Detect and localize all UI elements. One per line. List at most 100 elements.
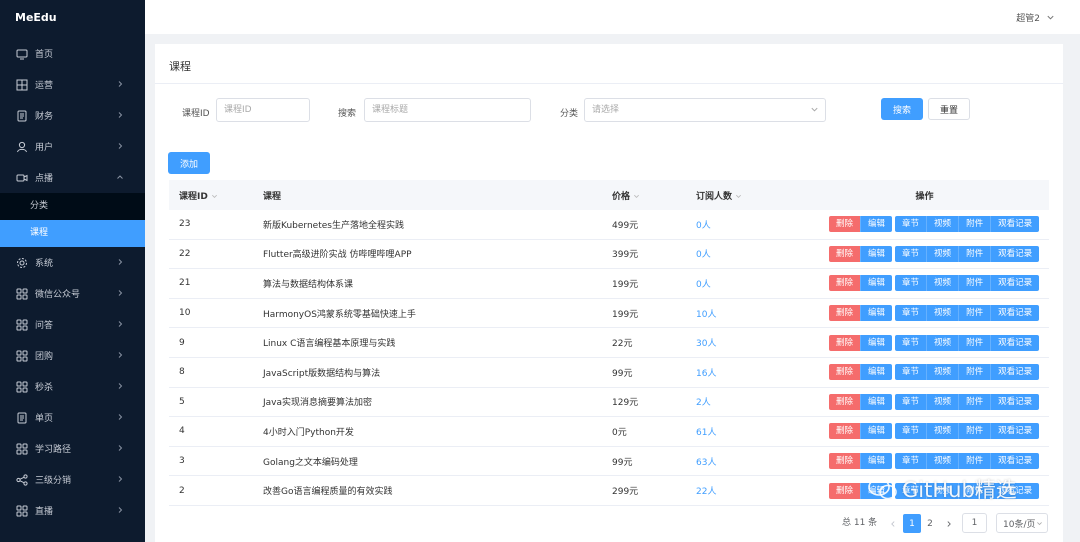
cell-subscribers[interactable]: 16人 bbox=[686, 366, 800, 379]
cell-subscribers[interactable]: 63人 bbox=[686, 455, 800, 468]
chapters-button[interactable]: 章节 bbox=[895, 275, 927, 292]
chapters-button[interactable]: 章节 bbox=[895, 334, 927, 351]
delete-button[interactable]: 删除 bbox=[829, 245, 861, 262]
videos-button[interactable]: 视频 bbox=[926, 245, 959, 262]
cell-subscribers[interactable]: 2人 bbox=[686, 395, 800, 408]
edit-button[interactable]: 编辑 bbox=[860, 216, 893, 233]
category-select[interactable]: 请选择 bbox=[584, 98, 826, 122]
sidebar-subitem[interactable]: 课程 bbox=[0, 220, 145, 247]
watch-records-button[interactable]: 观看记录 bbox=[990, 364, 1040, 381]
chapters-button[interactable]: 章节 bbox=[895, 423, 927, 440]
edit-button[interactable]: 编辑 bbox=[860, 305, 893, 322]
sidebar-item[interactable]: 用户 bbox=[0, 131, 145, 162]
attachments-button[interactable]: 附件 bbox=[958, 216, 991, 233]
attachments-button[interactable]: 附件 bbox=[958, 453, 991, 470]
add-button[interactable]: 添加 bbox=[168, 152, 210, 174]
chapters-button[interactable]: 章节 bbox=[895, 453, 927, 470]
sidebar-item[interactable]: 单页 bbox=[0, 402, 145, 433]
delete-button[interactable]: 删除 bbox=[829, 393, 861, 410]
sidebar-subitem[interactable]: 分类 bbox=[0, 193, 145, 220]
subscribers-link[interactable]: 10人 bbox=[696, 310, 716, 320]
edit-button[interactable]: 编辑 bbox=[860, 334, 893, 351]
delete-button[interactable]: 删除 bbox=[829, 334, 861, 351]
edit-button[interactable]: 编辑 bbox=[860, 393, 893, 410]
sidebar-item[interactable]: 三级分销 bbox=[0, 464, 145, 495]
videos-button[interactable]: 视频 bbox=[926, 334, 959, 351]
subscribers-link[interactable]: 30人 bbox=[696, 339, 716, 349]
next-page-button[interactable] bbox=[940, 514, 958, 533]
videos-button[interactable]: 视频 bbox=[926, 453, 959, 470]
videos-button[interactable]: 视频 bbox=[926, 216, 959, 233]
subscribers-link[interactable]: 22人 bbox=[696, 487, 716, 497]
watch-records-button[interactable]: 观看记录 bbox=[990, 393, 1040, 410]
watch-records-button[interactable]: 观看记录 bbox=[990, 305, 1040, 322]
edit-button[interactable]: 编辑 bbox=[860, 245, 893, 262]
subscribers-link[interactable]: 63人 bbox=[696, 458, 716, 468]
attachments-button[interactable]: 附件 bbox=[958, 305, 991, 322]
edit-button[interactable]: 编辑 bbox=[860, 423, 893, 440]
cell-subscribers[interactable]: 61人 bbox=[686, 425, 800, 438]
videos-button[interactable]: 视频 bbox=[926, 305, 959, 322]
sidebar-item[interactable]: 学习路径 bbox=[0, 433, 145, 464]
search-button[interactable]: 搜索 bbox=[881, 98, 923, 120]
sidebar-item[interactable]: 财务 bbox=[0, 100, 145, 131]
chapters-button[interactable]: 章节 bbox=[895, 216, 927, 233]
sidebar-item[interactable]: 系统 bbox=[0, 247, 145, 278]
page-jumper-input[interactable]: 1 bbox=[962, 513, 987, 533]
prev-page-button[interactable] bbox=[884, 514, 902, 533]
delete-button[interactable]: 删除 bbox=[829, 364, 861, 381]
subscribers-link[interactable]: 0人 bbox=[696, 250, 711, 260]
sidebar-item[interactable]: 问答 bbox=[0, 309, 145, 340]
sidebar-item[interactable]: 直播 bbox=[0, 495, 145, 526]
cell-subscribers[interactable]: 0人 bbox=[686, 218, 800, 231]
attachments-button[interactable]: 附件 bbox=[958, 393, 991, 410]
subscribers-link[interactable]: 16人 bbox=[696, 369, 716, 379]
edit-button[interactable]: 编辑 bbox=[860, 364, 893, 381]
videos-button[interactable]: 视频 bbox=[926, 393, 959, 410]
subscribers-link[interactable]: 2人 bbox=[696, 398, 711, 408]
chapters-button[interactable]: 章节 bbox=[895, 245, 927, 262]
subscribers-link[interactable]: 0人 bbox=[696, 221, 711, 231]
attachments-button[interactable]: 附件 bbox=[958, 423, 991, 440]
watch-records-button[interactable]: 观看记录 bbox=[990, 334, 1040, 351]
search-input[interactable]: 课程标题 bbox=[364, 98, 531, 122]
header-subscribers[interactable]: 订阅人数 bbox=[686, 189, 800, 202]
watch-records-button[interactable]: 观看记录 bbox=[990, 423, 1040, 440]
header-id[interactable]: 课程ID bbox=[169, 189, 253, 202]
reset-button[interactable]: 重置 bbox=[928, 98, 970, 120]
delete-button[interactable]: 删除 bbox=[829, 482, 861, 499]
attachments-button[interactable]: 附件 bbox=[958, 364, 991, 381]
page-1-button[interactable]: 1 bbox=[903, 514, 921, 533]
delete-button[interactable]: 删除 bbox=[829, 275, 861, 292]
sidebar-item[interactable]: 微信公众号 bbox=[0, 278, 145, 309]
cell-subscribers[interactable]: 0人 bbox=[686, 247, 800, 260]
edit-button[interactable]: 编辑 bbox=[860, 275, 893, 292]
page-size-select[interactable]: 10条/页 bbox=[996, 513, 1048, 533]
cell-subscribers[interactable]: 30人 bbox=[686, 336, 800, 349]
sidebar-item[interactable]: 首页 bbox=[0, 38, 145, 69]
header-price[interactable]: 价格 bbox=[602, 189, 686, 202]
attachments-button[interactable]: 附件 bbox=[958, 275, 991, 292]
watch-records-button[interactable]: 观看记录 bbox=[990, 216, 1040, 233]
cell-subscribers[interactable]: 22人 bbox=[686, 484, 800, 497]
delete-button[interactable]: 删除 bbox=[829, 423, 861, 440]
sidebar-item[interactable]: 秒杀 bbox=[0, 371, 145, 402]
watch-records-button[interactable]: 观看记录 bbox=[990, 275, 1040, 292]
app-logo[interactable]: MeEdu bbox=[0, 0, 145, 38]
course-id-input[interactable]: 课程ID bbox=[216, 98, 310, 122]
delete-button[interactable]: 删除 bbox=[829, 305, 861, 322]
videos-button[interactable]: 视频 bbox=[926, 275, 959, 292]
attachments-button[interactable]: 附件 bbox=[958, 245, 991, 262]
edit-button[interactable]: 编辑 bbox=[860, 453, 893, 470]
watch-records-button[interactable]: 观看记录 bbox=[990, 453, 1040, 470]
sidebar-item[interactable]: 点播 bbox=[0, 162, 145, 193]
sidebar-item[interactable]: 团购 bbox=[0, 340, 145, 371]
chapters-button[interactable]: 章节 bbox=[895, 393, 927, 410]
videos-button[interactable]: 视频 bbox=[926, 423, 959, 440]
attachments-button[interactable]: 附件 bbox=[958, 334, 991, 351]
chapters-button[interactable]: 章节 bbox=[895, 305, 927, 322]
user-menu[interactable]: 超管2 bbox=[1016, 11, 1055, 24]
subscribers-link[interactable]: 0人 bbox=[696, 280, 711, 290]
cell-subscribers[interactable]: 10人 bbox=[686, 307, 800, 320]
delete-button[interactable]: 删除 bbox=[829, 453, 861, 470]
